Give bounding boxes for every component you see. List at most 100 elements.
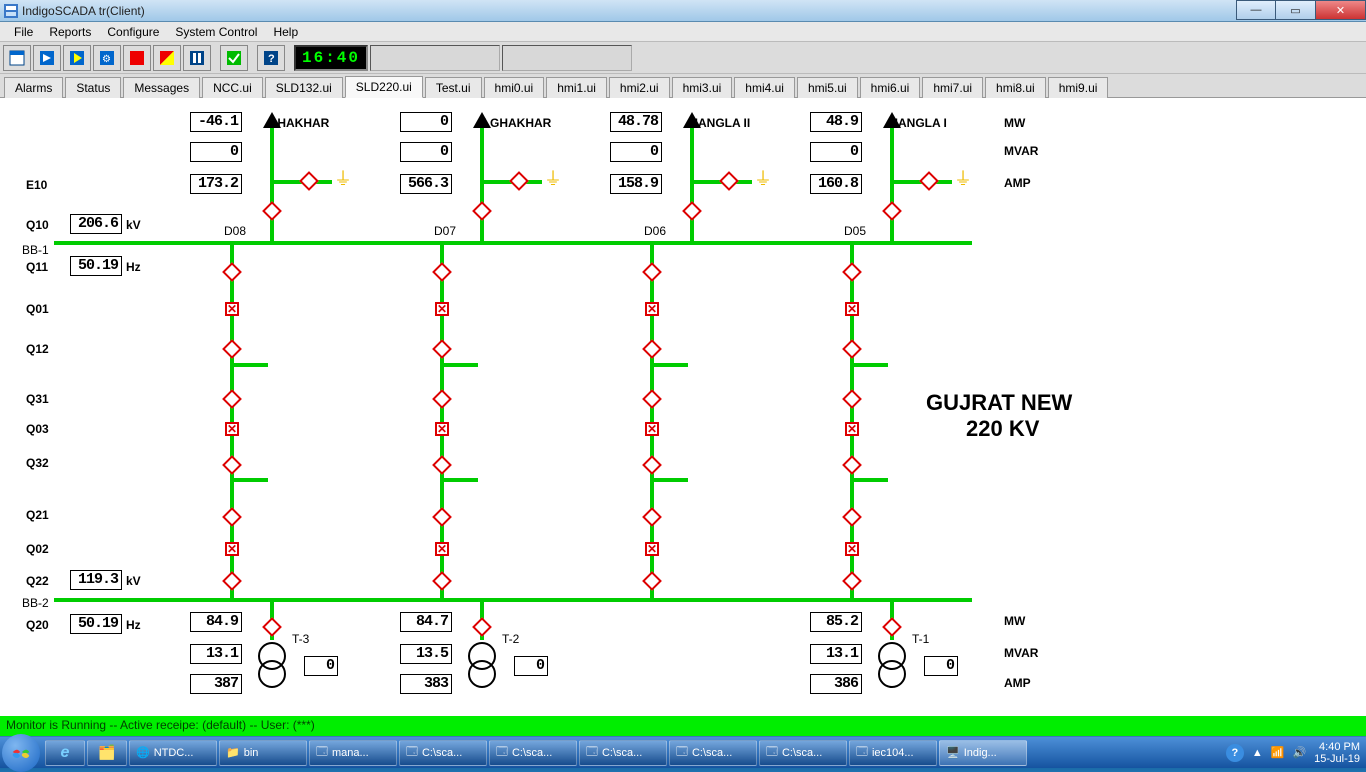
tool-btn-5[interactable] bbox=[123, 45, 151, 71]
disc-icon[interactable] bbox=[219, 452, 244, 477]
disconnector-icon[interactable] bbox=[259, 198, 284, 223]
tray-up-icon[interactable]: ▲ bbox=[1252, 747, 1263, 759]
maximize-button[interactable]: ▭ bbox=[1276, 0, 1316, 20]
disconnector-icon[interactable] bbox=[679, 198, 704, 223]
disconnector-icon[interactable] bbox=[259, 614, 284, 639]
disconnector-icon[interactable] bbox=[506, 168, 531, 193]
breaker-icon[interactable] bbox=[643, 540, 661, 558]
breaker-icon[interactable] bbox=[843, 420, 861, 438]
disc-icon[interactable] bbox=[429, 259, 454, 284]
tab-hmi9-ui[interactable]: hmi9.ui bbox=[1048, 77, 1109, 98]
menu-help[interactable]: Help bbox=[265, 23, 306, 41]
taskbar-item[interactable]: 🌐NTDC... bbox=[129, 740, 217, 766]
breaker-icon[interactable] bbox=[433, 420, 451, 438]
disc-icon[interactable] bbox=[839, 568, 864, 593]
breaker-icon[interactable] bbox=[433, 540, 451, 558]
disconnector-icon[interactable] bbox=[879, 198, 904, 223]
disc-icon[interactable] bbox=[839, 386, 864, 411]
taskbar-item[interactable]: 🗔iec104... bbox=[849, 740, 937, 766]
taskbar-item[interactable]: 🖥️Indig... bbox=[939, 740, 1027, 766]
tab-hmi4-ui[interactable]: hmi4.ui bbox=[734, 77, 795, 98]
breaker-icon[interactable] bbox=[223, 300, 241, 318]
tab-hmi5-ui[interactable]: hmi5.ui bbox=[797, 77, 858, 98]
taskbar-item[interactable]: 🗔C:\sca... bbox=[399, 740, 487, 766]
tool-btn-2[interactable] bbox=[33, 45, 61, 71]
disc-icon[interactable] bbox=[639, 259, 664, 284]
taskbar-item[interactable]: 📁bin bbox=[219, 740, 307, 766]
tray-volume-icon[interactable]: 🔊 bbox=[1292, 746, 1306, 759]
tab-sld220-ui[interactable]: SLD220.ui bbox=[345, 76, 423, 98]
breaker-icon[interactable] bbox=[433, 300, 451, 318]
disc-icon[interactable] bbox=[429, 386, 454, 411]
tab-test-ui[interactable]: Test.ui bbox=[425, 77, 482, 98]
disc-icon[interactable] bbox=[219, 259, 244, 284]
breaker-icon[interactable] bbox=[643, 420, 661, 438]
disc-icon[interactable] bbox=[639, 336, 664, 361]
breaker-icon[interactable] bbox=[843, 540, 861, 558]
disc-icon[interactable] bbox=[429, 336, 454, 361]
disconnector-icon[interactable] bbox=[469, 614, 494, 639]
tab-messages[interactable]: Messages bbox=[123, 77, 200, 98]
tab-hmi0-ui[interactable]: hmi0.ui bbox=[484, 77, 545, 98]
breaker-icon[interactable] bbox=[643, 300, 661, 318]
start-button[interactable] bbox=[2, 734, 40, 772]
menu-reports[interactable]: Reports bbox=[41, 23, 99, 41]
menu-system[interactable]: System Control bbox=[167, 23, 265, 41]
breaker-icon[interactable] bbox=[843, 300, 861, 318]
tab-hmi7-ui[interactable]: hmi7.ui bbox=[922, 77, 983, 98]
disc-icon[interactable] bbox=[639, 452, 664, 477]
taskbar-item[interactable]: 🗔C:\sca... bbox=[489, 740, 577, 766]
disc-icon[interactable] bbox=[639, 386, 664, 411]
tab-hmi2-ui[interactable]: hmi2.ui bbox=[609, 77, 670, 98]
disc-icon[interactable] bbox=[839, 259, 864, 284]
disc-icon[interactable] bbox=[429, 452, 454, 477]
task-pinned-ie[interactable]: e bbox=[45, 740, 85, 766]
tab-ncc-ui[interactable]: NCC.ui bbox=[202, 77, 263, 98]
disc-icon[interactable] bbox=[429, 568, 454, 593]
disc-icon[interactable] bbox=[839, 336, 864, 361]
disc-icon[interactable] bbox=[219, 336, 244, 361]
tab-hmi8-ui[interactable]: hmi8.ui bbox=[985, 77, 1046, 98]
disc-icon[interactable] bbox=[639, 568, 664, 593]
tool-btn-6[interactable] bbox=[153, 45, 181, 71]
system-tray[interactable]: ? ▲ 📶 🔊 4:40 PM 15-Jul-19 bbox=[1226, 741, 1360, 765]
tab-hmi1-ui[interactable]: hmi1.ui bbox=[546, 77, 607, 98]
menu-configure[interactable]: Configure bbox=[99, 23, 167, 41]
breaker-icon[interactable] bbox=[223, 420, 241, 438]
disc-icon[interactable] bbox=[839, 504, 864, 529]
taskbar-item[interactable]: 🗔C:\sca... bbox=[669, 740, 757, 766]
tool-btn-8[interactable] bbox=[220, 45, 248, 71]
disc-icon[interactable] bbox=[839, 452, 864, 477]
disc-icon[interactable] bbox=[219, 504, 244, 529]
tab-sld132-ui[interactable]: SLD132.ui bbox=[265, 77, 343, 98]
taskbar-item[interactable]: 🗔C:\sca... bbox=[579, 740, 667, 766]
tool-btn-4[interactable]: ⚙ bbox=[93, 45, 121, 71]
taskbar-item[interactable]: 🗔C:\sca... bbox=[759, 740, 847, 766]
taskbar-item[interactable]: 🗔mana... bbox=[309, 740, 397, 766]
minimize-button[interactable]: — bbox=[1236, 0, 1276, 20]
task-pinned-explorer[interactable]: 🗂️ bbox=[87, 740, 127, 766]
breaker-icon[interactable] bbox=[223, 540, 241, 558]
tab-hmi3-ui[interactable]: hmi3.ui bbox=[672, 77, 733, 98]
disc-icon[interactable] bbox=[639, 504, 664, 529]
close-button[interactable]: ✕ bbox=[1316, 0, 1366, 20]
tool-btn-9[interactable]: ? bbox=[257, 45, 285, 71]
tab-status[interactable]: Status bbox=[65, 77, 121, 98]
disc-icon[interactable] bbox=[429, 504, 454, 529]
disc-icon[interactable] bbox=[219, 568, 244, 593]
tray-help-icon[interactable]: ? bbox=[1226, 744, 1244, 762]
tool-btn-3[interactable] bbox=[63, 45, 91, 71]
taskbar-clock[interactable]: 4:40 PM 15-Jul-19 bbox=[1314, 741, 1360, 765]
disconnector-icon[interactable] bbox=[916, 168, 941, 193]
disconnector-icon[interactable] bbox=[879, 614, 904, 639]
disconnector-icon[interactable] bbox=[716, 168, 741, 193]
tool-btn-7[interactable] bbox=[183, 45, 211, 71]
tab-hmi6-ui[interactable]: hmi6.ui bbox=[860, 77, 921, 98]
disc-icon[interactable] bbox=[219, 386, 244, 411]
disconnector-icon[interactable] bbox=[469, 198, 494, 223]
tool-btn-1[interactable] bbox=[3, 45, 31, 71]
tray-network-icon[interactable]: 📶 bbox=[1271, 746, 1285, 759]
tab-alarms[interactable]: Alarms bbox=[4, 77, 63, 98]
disconnector-icon[interactable] bbox=[296, 168, 321, 193]
menu-file[interactable]: File bbox=[6, 23, 41, 41]
